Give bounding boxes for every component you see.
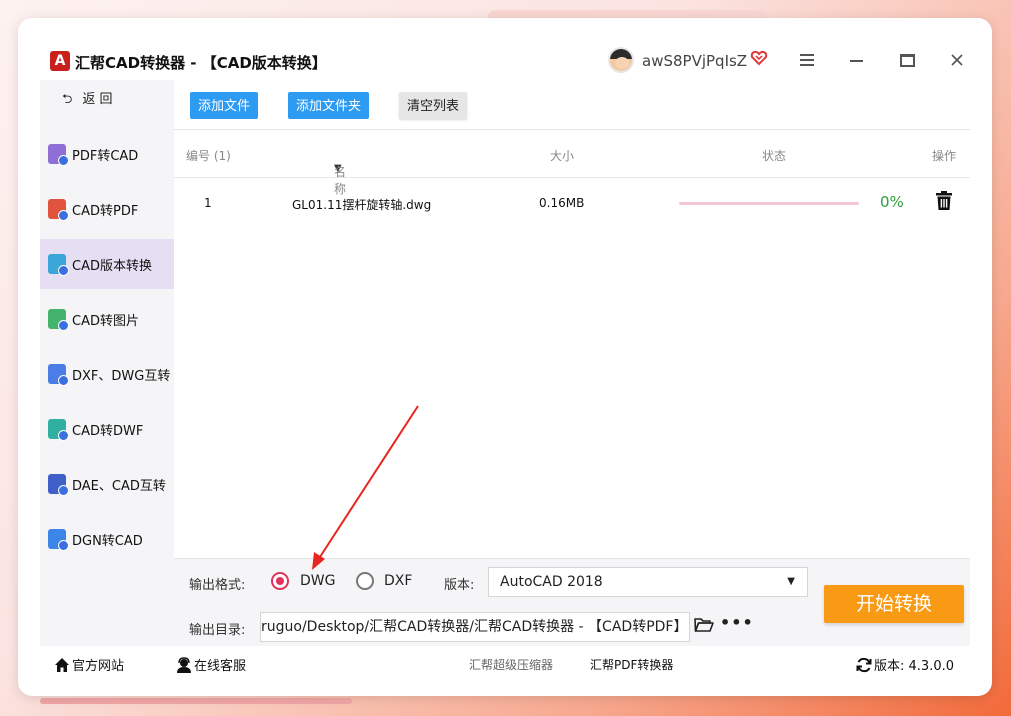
sidebar-item-label: DGN转CAD bbox=[72, 533, 143, 549]
online-support-label: 在线客服 bbox=[194, 659, 247, 674]
home-icon bbox=[55, 658, 69, 672]
version-info[interactable]: 版本: 4.3.0.0 bbox=[856, 655, 954, 674]
official-website-label: 官方网站 bbox=[72, 659, 125, 674]
vip-heart-icon[interactable] bbox=[750, 49, 768, 72]
format-radio-dxf[interactable] bbox=[356, 572, 374, 590]
cad-version-icon bbox=[48, 254, 69, 276]
row-file-size: 0.16MB bbox=[539, 196, 585, 210]
dae-cad-icon bbox=[48, 474, 69, 496]
sidebar-item-label: DXF、DWG互转 bbox=[72, 368, 171, 384]
column-header-index[interactable]: 编号 (1) bbox=[186, 147, 231, 164]
app-window: A 汇帮CAD转换器 - 【CAD版本转换】 awS8PVjPqIsZ ⮌ 返 回… bbox=[18, 18, 992, 696]
username[interactable]: awS8PVjPqIsZ bbox=[642, 52, 747, 70]
sidebar-item-label: DAE、CAD互转 bbox=[72, 478, 166, 494]
back-arrow-icon: ⮌ bbox=[62, 92, 73, 107]
maximize-icon[interactable] bbox=[894, 48, 920, 74]
trash-icon[interactable] bbox=[936, 191, 952, 211]
file-toolbar: 添加文件 添加文件夹 清空列表 bbox=[174, 80, 970, 130]
sidebar-item-dxf-dwg[interactable]: DXF、DWG互转 bbox=[40, 349, 174, 399]
output-options-panel: 输出格式: DWG DXF 版本: AutoCAD 2018 ▼ 输出目录: r… bbox=[174, 558, 970, 646]
background-decoration bbox=[40, 698, 352, 704]
clear-list-button[interactable]: 清空列表 bbox=[399, 92, 468, 119]
sidebar-item-cad-to-dwf[interactable]: CAD转DWF bbox=[40, 404, 174, 454]
file-table-header: 编号 (1) ▼ 名称 大小 状态 操作 bbox=[174, 131, 970, 196]
app-logo-icon: A bbox=[50, 51, 70, 71]
version-label: 版本: bbox=[444, 578, 475, 593]
output-dir-field[interactable]: ruguo/Desktop/汇帮CAD转换器/汇帮CAD转换器 - 【CAD转P… bbox=[260, 612, 690, 642]
menu-icon[interactable] bbox=[794, 48, 820, 74]
customer-service-icon bbox=[177, 657, 191, 673]
progress-bar bbox=[679, 202, 859, 205]
row-file-name: GL01.11摆杆旋转轴.dwg bbox=[292, 198, 432, 212]
version-select[interactable]: AutoCAD 2018 ▼ bbox=[488, 567, 808, 597]
folder-open-icon[interactable] bbox=[694, 617, 714, 633]
back-button[interactable]: ⮌ 返 回 bbox=[62, 88, 113, 112]
table-row[interactable]: 1 GL01.11摆杆旋转轴.dwg 0.16MB 0% bbox=[174, 183, 970, 223]
start-convert-button[interactable]: 开始转换 bbox=[824, 585, 964, 623]
pdf-converter-link[interactable]: 汇帮PDF转换器 bbox=[590, 656, 673, 673]
version-number: 4.3.0.0 bbox=[908, 659, 955, 674]
add-file-button[interactable]: 添加文件 bbox=[190, 92, 259, 119]
chevron-down-icon: ▼ bbox=[787, 576, 795, 587]
output-format-label: 输出格式: bbox=[189, 578, 246, 593]
refresh-icon bbox=[856, 657, 872, 673]
compressor-link[interactable]: 汇帮超级压缩器 bbox=[469, 656, 553, 673]
minimize-icon[interactable] bbox=[844, 48, 870, 74]
dgn-to-cad-icon bbox=[48, 529, 69, 551]
sidebar-item-dgn-to-cad[interactable]: DGN转CAD bbox=[40, 514, 174, 564]
more-options-icon[interactable]: ••• bbox=[720, 613, 754, 632]
title-bar: A 汇帮CAD转换器 - 【CAD版本转换】 awS8PVjPqIsZ bbox=[18, 18, 992, 80]
progress-percent: 0% bbox=[880, 193, 904, 211]
sidebar-item-label: PDF转CAD bbox=[72, 148, 139, 164]
sidebar-item-cad-to-image[interactable]: CAD转图片 bbox=[40, 294, 174, 344]
add-folder-button[interactable]: 添加文件夹 bbox=[288, 92, 370, 119]
cad-to-image-icon bbox=[48, 309, 69, 331]
sidebar-item-cad-version[interactable]: CAD版本转换 bbox=[40, 239, 174, 289]
version-select-value: AutoCAD 2018 bbox=[500, 574, 603, 590]
cad-to-pdf-icon bbox=[48, 199, 69, 221]
row-index: 1 bbox=[204, 196, 212, 210]
format-option-dwg[interactable]: DWG bbox=[300, 573, 335, 589]
column-header-size[interactable]: 大小 bbox=[550, 147, 574, 164]
online-support-link[interactable]: 在线客服 bbox=[176, 655, 246, 674]
user-avatar[interactable] bbox=[608, 47, 634, 73]
pdf-to-cad-icon bbox=[48, 144, 69, 166]
cad-to-dwf-icon bbox=[48, 419, 69, 441]
window-title: 汇帮CAD转换器 - 【CAD版本转换】 bbox=[75, 54, 327, 72]
column-header-action: 操作 bbox=[932, 149, 957, 163]
sidebar: ⮌ 返 回 PDF转CAD CAD转PDF CAD版本转换 CAD转图片 DXF、… bbox=[40, 80, 174, 646]
sidebar-item-cad-to-pdf[interactable]: CAD转PDF bbox=[40, 184, 174, 234]
output-dir-label: 输出目录: bbox=[189, 623, 246, 638]
sidebar-item-label: CAD转PDF bbox=[72, 203, 139, 219]
sidebar-item-dae-cad[interactable]: DAE、CAD互转 bbox=[40, 459, 174, 509]
sidebar-item-pdf-to-cad[interactable]: PDF转CAD bbox=[40, 129, 174, 179]
column-header-status: 状态 bbox=[762, 149, 787, 163]
sidebar-item-label: CAD转DWF bbox=[72, 423, 144, 439]
format-option-dxf[interactable]: DXF bbox=[384, 573, 412, 589]
official-website-link[interactable]: 官方网站 bbox=[54, 655, 124, 674]
sidebar-item-label: CAD转图片 bbox=[72, 313, 139, 329]
close-icon[interactable] bbox=[944, 48, 970, 74]
sidebar-item-label: CAD版本转换 bbox=[72, 258, 152, 274]
format-radio-dwg[interactable] bbox=[271, 572, 289, 590]
status-bar: 官方网站 在线客服 汇帮超级压缩器 汇帮PDF转换器 版本: 4.3.0.0 bbox=[40, 646, 970, 681]
dxf-dwg-icon bbox=[48, 364, 69, 386]
back-label: 返 回 bbox=[82, 92, 113, 107]
version-label: 版本: bbox=[874, 659, 905, 674]
